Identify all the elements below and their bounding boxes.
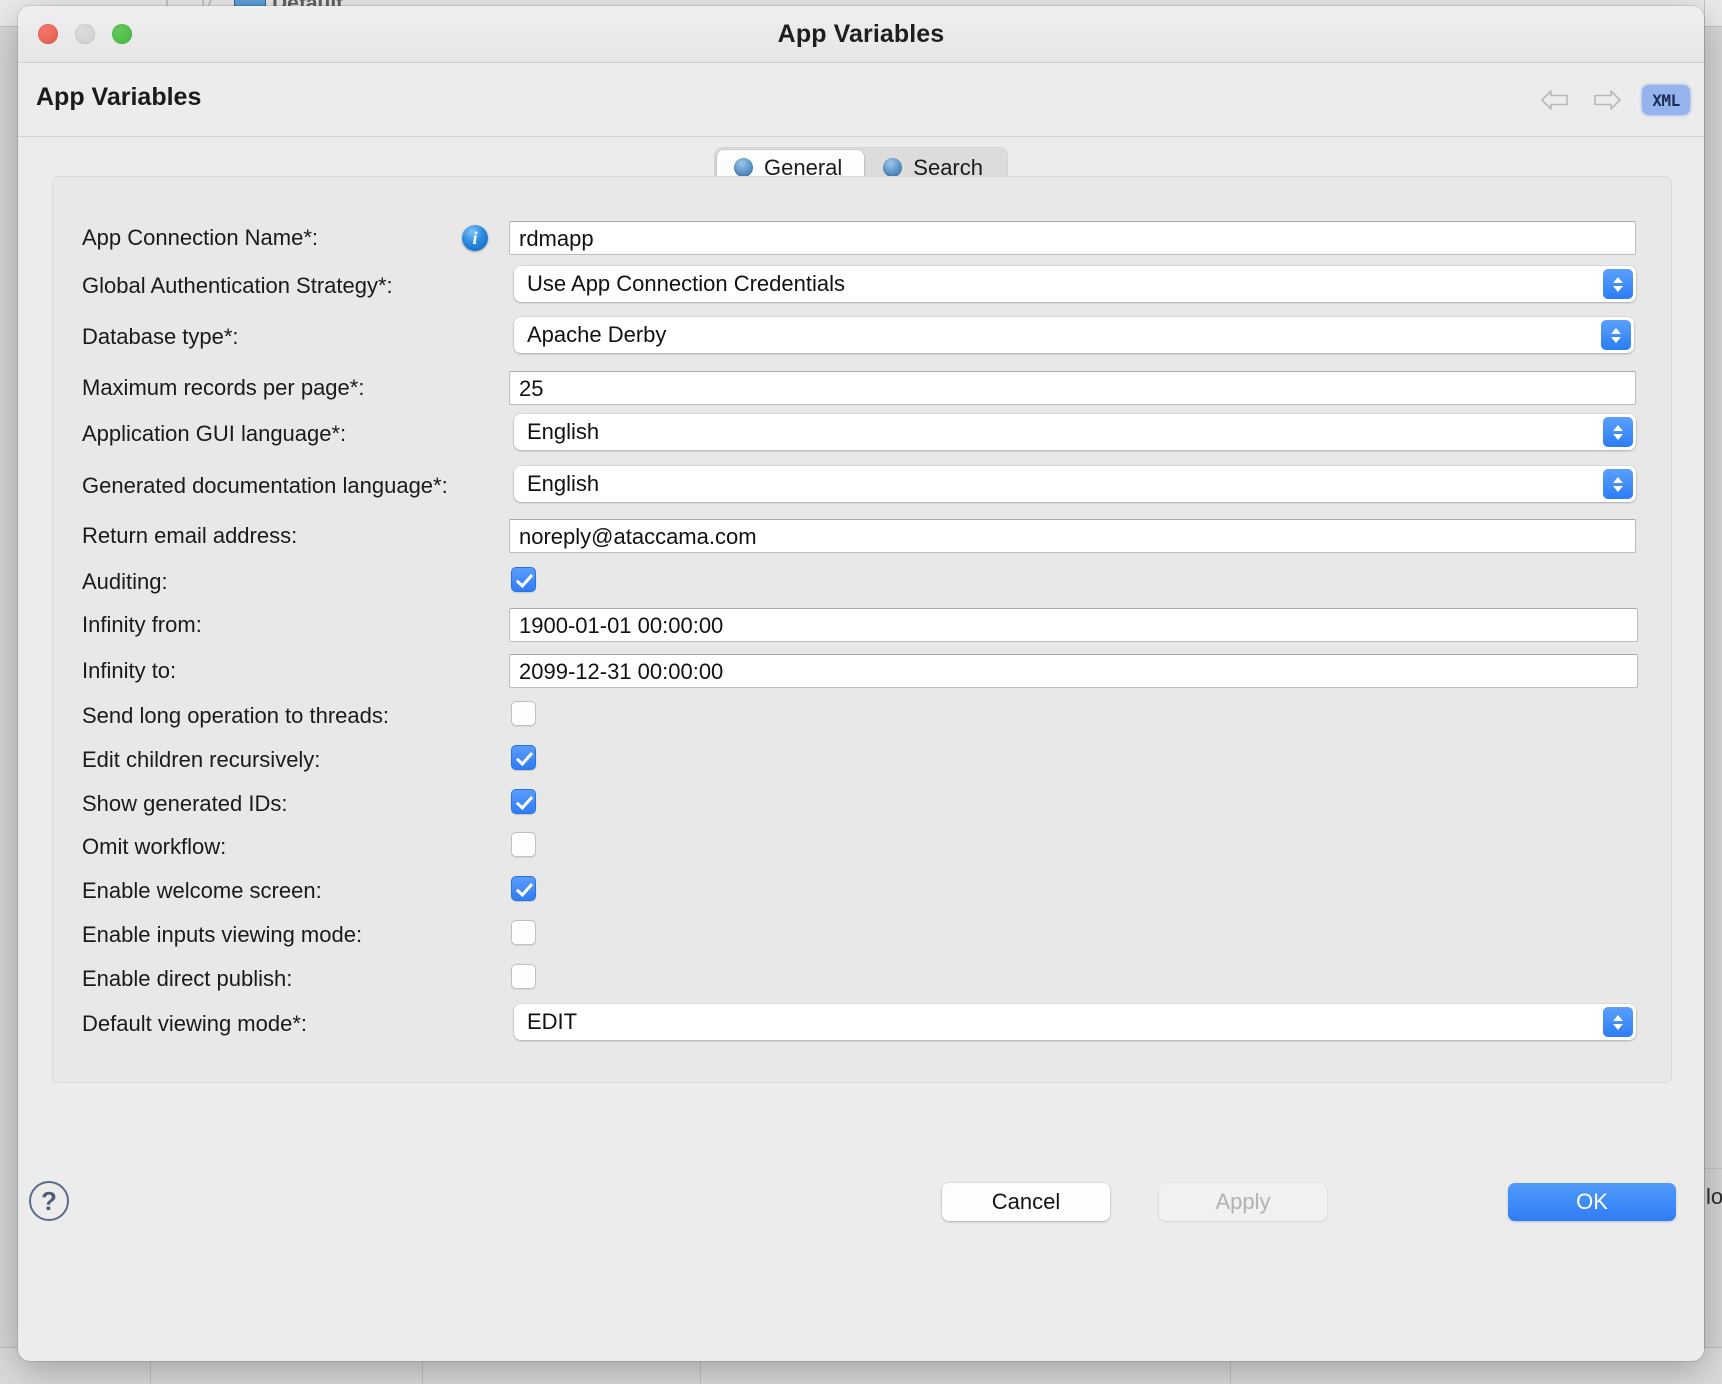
field-row-enable-inputs-viewing-mode: Enable inputs viewing mode: [53, 918, 1671, 952]
checkbox-omit-workflow[interactable] [511, 832, 536, 857]
field-row-return-email-address: Return email address: noreply@ataccama.c… [53, 519, 1671, 553]
window-title: App Variables [18, 20, 1704, 49]
select-app-gui-language[interactable]: English [514, 414, 1636, 450]
label-max-records-per-page: Maximum records per page*: [82, 371, 364, 405]
general-tab-icon [734, 158, 753, 177]
field-row-default-viewing-mode: Default viewing mode*: EDIT [53, 1007, 1671, 1041]
field-row-infinity-from: Infinity from: 1900-01-01 00:00:00 [53, 608, 1671, 642]
checkbox-auditing[interactable] [511, 567, 536, 592]
label-show-generated-ids: Show generated IDs: [82, 787, 287, 821]
select-default-viewing-mode[interactable]: EDIT [514, 1004, 1636, 1040]
select-app-gui-language-value: English [527, 419, 599, 444]
label-generated-doc-language: Generated documentation language*: [82, 469, 448, 503]
checkbox-enable-inputs-viewing-mode[interactable] [511, 920, 536, 945]
general-settings-panel: App Connection Name*: i rdmapp Global Au… [52, 176, 1672, 1083]
label-return-email-address: Return email address: [82, 519, 297, 553]
checkbox-enable-welcome-screen[interactable] [511, 876, 536, 901]
header-actions: XML [1538, 85, 1690, 115]
label-auditing: Auditing: [82, 565, 168, 599]
label-default-viewing-mode: Default viewing mode*: [82, 1007, 307, 1041]
field-row-show-generated-ids: Show generated IDs: [53, 787, 1671, 821]
field-row-generated-doc-language: Generated documentation language*: Engli… [53, 469, 1671, 503]
apply-button[interactable]: Apply [1159, 1183, 1327, 1221]
label-enable-welcome-screen: Enable welcome screen: [82, 874, 322, 908]
titlebar: App Variables [18, 6, 1704, 63]
input-return-email-address[interactable]: noreply@ataccama.com [509, 519, 1636, 553]
field-row-send-long-operation-to-threads: Send long operation to threads: [53, 699, 1671, 733]
dialog-header: App Variables XML [18, 63, 1704, 137]
label-global-auth-strategy: Global Authentication Strategy*: [82, 269, 393, 303]
label-enable-inputs-viewing-mode: Enable inputs viewing mode: [82, 918, 362, 952]
field-row-enable-welcome-screen: Enable welcome screen: [53, 874, 1671, 908]
info-icon[interactable]: i [462, 225, 488, 251]
select-database-type-value: Apache Derby [527, 322, 666, 347]
field-row-global-auth-strategy: Global Authentication Strategy*: Use App… [53, 269, 1671, 303]
select-global-auth-strategy-value: Use App Connection Credentials [527, 271, 845, 296]
background-side-text: lo [1706, 1184, 1722, 1210]
ok-button[interactable]: OK [1508, 1183, 1676, 1221]
chevron-updown-icon[interactable] [1603, 269, 1633, 299]
cancel-button[interactable]: Cancel [942, 1183, 1110, 1221]
label-send-long-operation-to-threads: Send long operation to threads: [82, 699, 389, 733]
field-row-auditing: Auditing: [53, 565, 1671, 599]
dialog-footer: ? Cancel Apply OK [18, 1161, 1704, 1361]
label-infinity-from: Infinity from: [82, 608, 202, 642]
field-row-edit-children-recursively: Edit children recursively: [53, 743, 1671, 777]
checkbox-send-long-operation-to-threads[interactable] [511, 701, 536, 726]
checkbox-edit-children-recursively[interactable] [511, 745, 536, 770]
arrow-left-icon[interactable] [1538, 85, 1572, 115]
label-app-gui-language: Application GUI language*: [82, 417, 346, 451]
input-infinity-to[interactable]: 2099-12-31 00:00:00 [509, 654, 1638, 688]
label-omit-workflow: Omit workflow: [82, 830, 226, 864]
field-row-omit-workflow: Omit workflow: [53, 830, 1671, 864]
input-infinity-from[interactable]: 1900-01-01 00:00:00 [509, 608, 1638, 642]
chevron-updown-icon[interactable] [1603, 469, 1633, 499]
select-database-type[interactable]: Apache Derby [514, 317, 1634, 353]
field-row-max-records-per-page: Maximum records per page*: 25 [53, 371, 1671, 405]
label-infinity-to: Infinity to: [82, 654, 176, 688]
field-row-app-connection-name: App Connection Name*: i rdmapp [53, 221, 1671, 255]
field-row-infinity-to: Infinity to: 2099-12-31 00:00:00 [53, 654, 1671, 688]
field-row-enable-direct-publish: Enable direct publish: [53, 962, 1671, 996]
chevron-updown-icon[interactable] [1601, 320, 1631, 350]
xml-view-button[interactable]: XML [1642, 85, 1690, 115]
select-generated-doc-language[interactable]: English [514, 466, 1636, 502]
page-title: App Variables [36, 83, 201, 112]
background-side-line-h [1704, 1168, 1722, 1169]
checkbox-enable-direct-publish[interactable] [511, 964, 536, 989]
app-variables-dialog: App Variables App Variables XML General [18, 6, 1704, 1361]
field-row-database-type: Database type*: Apache Derby [53, 320, 1671, 354]
background-side-line [1704, 0, 1705, 1384]
label-enable-direct-publish: Enable direct publish: [82, 962, 292, 996]
field-row-app-gui-language: Application GUI language*: English [53, 417, 1671, 451]
checkbox-show-generated-ids[interactable] [511, 789, 536, 814]
label-database-type: Database type*: [82, 320, 239, 354]
search-tab-icon [883, 158, 902, 177]
help-button[interactable]: ? [29, 1181, 69, 1221]
input-app-connection-name[interactable]: rdmapp [509, 221, 1636, 255]
input-max-records-per-page[interactable]: 25 [509, 371, 1636, 405]
chevron-updown-icon[interactable] [1603, 417, 1633, 447]
arrow-right-icon[interactable] [1590, 85, 1624, 115]
select-default-viewing-mode-value: EDIT [527, 1009, 577, 1034]
chevron-updown-icon[interactable] [1603, 1007, 1633, 1037]
select-global-auth-strategy[interactable]: Use App Connection Credentials [514, 266, 1636, 302]
label-app-connection-name: App Connection Name*: [82, 221, 318, 255]
label-edit-children-recursively: Edit children recursively: [82, 743, 320, 777]
select-generated-doc-language-value: English [527, 471, 599, 496]
